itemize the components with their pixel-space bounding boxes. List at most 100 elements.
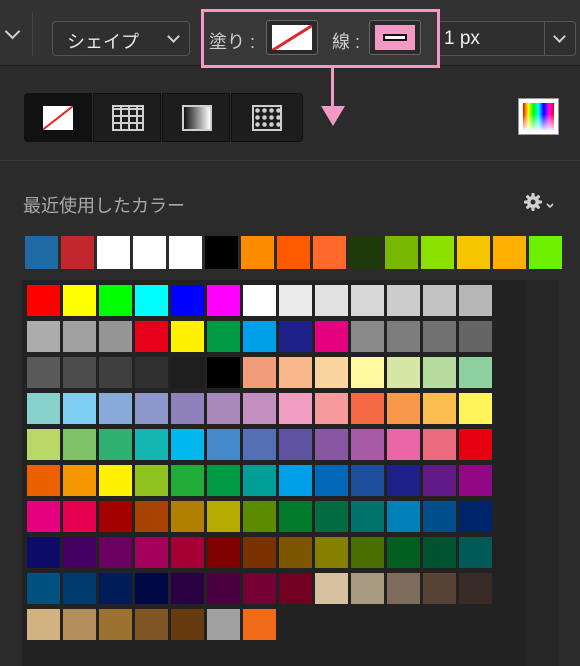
color-swatch[interactable] [243,573,276,604]
color-swatch[interactable] [387,573,420,604]
color-swatch[interactable] [63,357,96,388]
stroke-width-field[interactable]: 1 px [440,21,576,56]
color-swatch[interactable] [99,393,132,424]
color-swatch[interactable] [351,285,384,316]
color-swatch[interactable] [315,501,348,532]
color-swatch[interactable] [243,393,276,424]
color-swatch[interactable] [279,393,312,424]
recent-color-swatch[interactable] [61,236,94,269]
color-swatch[interactable] [387,321,420,352]
color-swatch[interactable] [63,393,96,424]
color-swatch[interactable] [423,537,456,568]
color-swatch[interactable] [207,465,240,496]
recent-color-swatch[interactable] [169,236,202,269]
color-swatch[interactable] [171,321,204,352]
color-swatch[interactable] [351,393,384,424]
recent-color-swatch[interactable] [349,236,382,269]
recent-color-swatch[interactable] [277,236,310,269]
color-swatch[interactable] [351,501,384,532]
color-swatch[interactable] [99,573,132,604]
color-swatch[interactable] [315,285,348,316]
color-swatch[interactable] [135,321,168,352]
color-swatch[interactable] [351,429,384,460]
solid-color-mode-tab[interactable] [93,93,161,142]
color-swatch[interactable] [99,501,132,532]
color-swatch[interactable] [351,321,384,352]
color-swatch[interactable] [63,537,96,568]
color-swatch[interactable] [279,465,312,496]
recent-color-swatch[interactable] [457,236,490,269]
color-swatch[interactable] [63,285,96,316]
recent-color-swatch[interactable] [205,236,238,269]
color-swatch[interactable] [243,465,276,496]
color-swatch[interactable] [207,321,240,352]
color-swatch[interactable] [135,285,168,316]
color-swatch[interactable] [315,465,348,496]
shape-mode-dropdown[interactable]: シェイプ [52,21,190,56]
color-swatch[interactable] [135,429,168,460]
color-swatch[interactable] [387,285,420,316]
no-color-mode-tab[interactable] [24,93,92,142]
color-swatch[interactable] [99,285,132,316]
recent-color-swatch[interactable] [493,236,526,269]
fill-swatch-button[interactable] [266,20,318,55]
color-swatch[interactable] [207,501,240,532]
color-swatch[interactable] [351,573,384,604]
color-swatch[interactable] [279,285,312,316]
color-swatch[interactable] [27,321,60,352]
recent-color-swatch[interactable] [385,236,418,269]
color-swatch[interactable] [459,501,492,532]
color-swatch[interactable] [27,573,60,604]
color-swatch[interactable] [63,573,96,604]
color-swatch[interactable] [99,357,132,388]
color-swatch[interactable] [135,537,168,568]
color-swatch[interactable] [279,429,312,460]
color-swatch[interactable] [387,501,420,532]
recent-color-swatch[interactable] [313,236,346,269]
color-swatch[interactable] [27,357,60,388]
color-swatch[interactable] [27,285,60,316]
color-swatch[interactable] [243,429,276,460]
color-swatch[interactable] [279,357,312,388]
chevron-down-icon[interactable] [553,30,566,43]
color-swatch[interactable] [99,429,132,460]
gradient-mode-tab[interactable] [162,93,230,142]
color-swatch[interactable] [171,393,204,424]
color-swatch[interactable] [459,537,492,568]
color-swatch[interactable] [27,393,60,424]
color-swatch[interactable] [171,465,204,496]
color-swatch[interactable] [243,609,276,640]
color-swatch[interactable] [171,537,204,568]
color-swatch[interactable] [99,537,132,568]
color-swatch[interactable] [135,573,168,604]
scrollbar-track[interactable] [526,280,558,666]
recent-color-swatch[interactable] [133,236,166,269]
color-swatch[interactable] [135,393,168,424]
color-swatch[interactable] [135,501,168,532]
color-swatch[interactable] [315,429,348,460]
color-swatch[interactable] [423,501,456,532]
color-swatch[interactable] [207,537,240,568]
color-swatch[interactable] [423,429,456,460]
color-swatch[interactable] [243,357,276,388]
color-swatch[interactable] [27,537,60,568]
color-swatch[interactable] [171,357,204,388]
color-swatch[interactable] [99,609,132,640]
color-swatch[interactable] [423,573,456,604]
color-swatch[interactable] [63,429,96,460]
color-swatch[interactable] [315,321,348,352]
color-swatch[interactable] [63,321,96,352]
color-swatch[interactable] [279,321,312,352]
recent-color-swatch[interactable] [421,236,454,269]
color-swatch[interactable] [63,465,96,496]
color-swatch[interactable] [279,501,312,532]
color-swatch[interactable] [27,465,60,496]
color-swatch[interactable] [315,573,348,604]
recent-color-swatch[interactable] [25,236,58,269]
color-swatch[interactable] [387,465,420,496]
color-swatch[interactable] [315,357,348,388]
color-swatch[interactable] [243,321,276,352]
color-swatch[interactable] [423,321,456,352]
recent-color-swatch[interactable] [97,236,130,269]
color-swatch[interactable] [423,393,456,424]
